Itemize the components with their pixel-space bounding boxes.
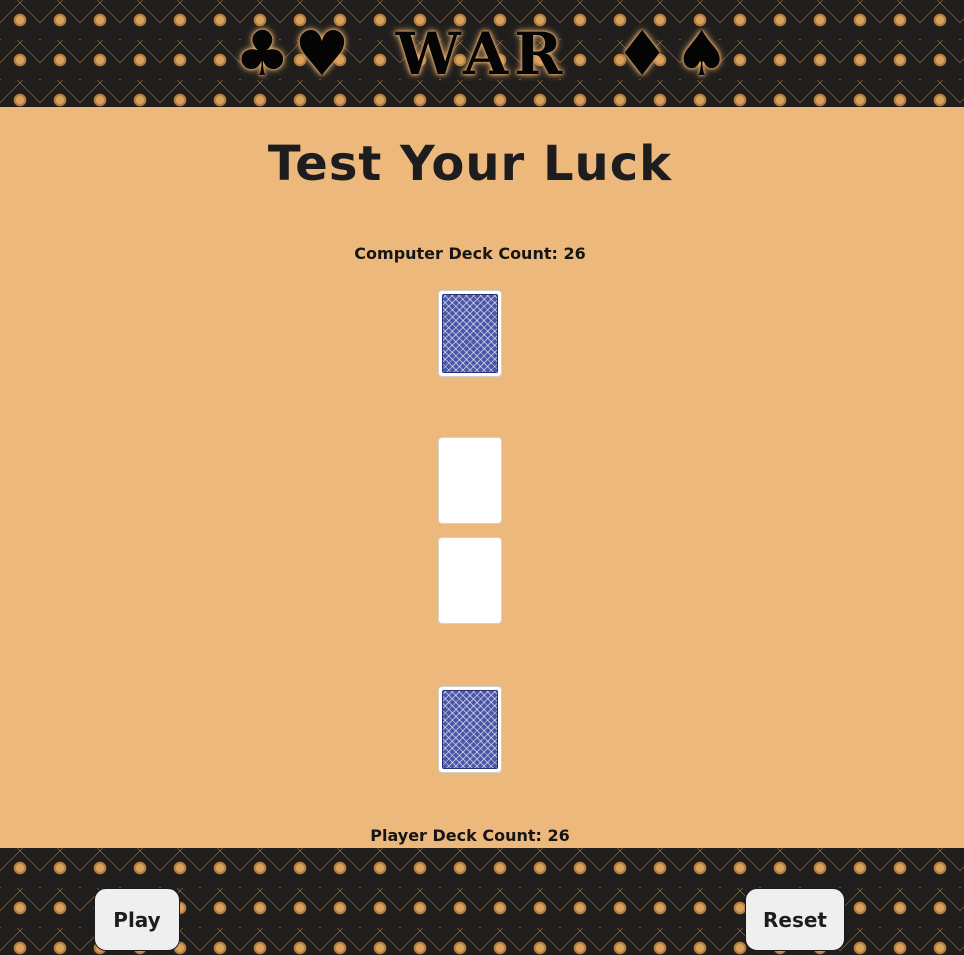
play-button[interactable]: Play (94, 888, 180, 951)
reset-button[interactable]: Reset (745, 888, 845, 951)
page-title: Test Your Luck (267, 136, 673, 192)
heart-icon: ♥ (294, 17, 350, 90)
player-played-card-slot (438, 537, 502, 624)
spade-icon: ♠ (673, 17, 730, 90)
computer-deck-count: Computer Deck Count: 26 (354, 244, 586, 263)
computer-played-card-slot (438, 437, 502, 524)
diamond-icon: ♦ (614, 17, 670, 90)
game-logo-title: WAR (395, 20, 569, 88)
game-banner: ♣ ♥ WAR ♦ ♠ (0, 14, 964, 94)
club-icon: ♣ (234, 17, 291, 90)
computer-deck-card (438, 290, 502, 377)
game-page: ♣ ♥ WAR ♦ ♠ Test Your Luck Computer Deck… (0, 0, 964, 955)
card-back-pattern (442, 690, 498, 769)
player-deck-card[interactable] (438, 686, 502, 773)
card-back-pattern (442, 294, 498, 373)
player-deck-count: Player Deck Count: 26 (370, 826, 570, 845)
